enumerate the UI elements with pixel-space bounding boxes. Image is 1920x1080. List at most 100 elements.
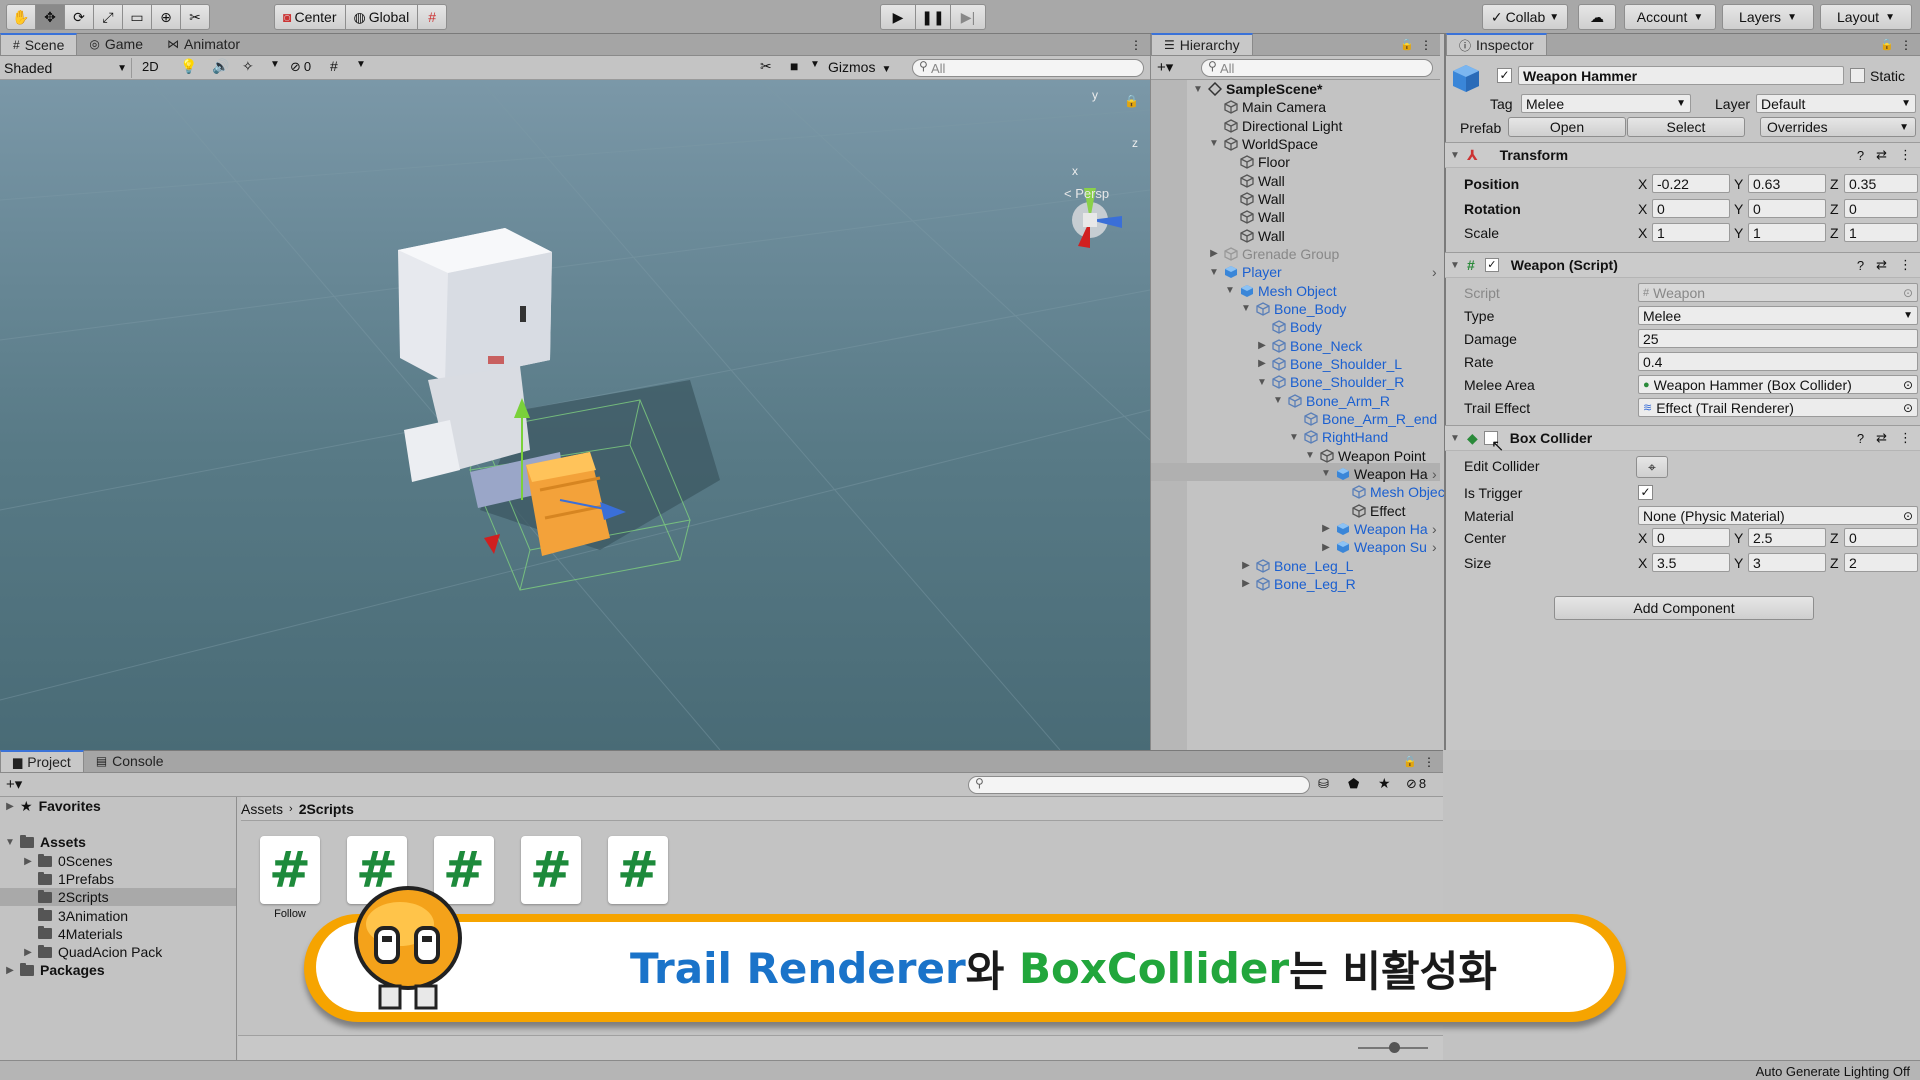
grid-dropdown-icon[interactable]: ▼ [356,59,366,70]
melee-area-field[interactable]: ● Weapon Hammer (Box Collider) ⊙ [1638,375,1918,394]
project-search-input[interactable] [968,776,1310,794]
panel-menu-icon[interactable]: ⋮ [1900,38,1912,52]
prefab-select-button[interactable]: Select [1627,117,1745,137]
is-trigger-checkbox[interactable]: ✓ [1638,485,1653,500]
hierarchy-item[interactable]: ▶ Bone_Leg_L [1240,557,1353,575]
box-collider-header[interactable]: ▼ ◆ Box Collider ? ⇄ ⋮ [1445,425,1920,451]
foldout-arrow-icon[interactable]: ▼ [1192,84,1204,95]
foldout-arrow-icon[interactable]: ▶ [1240,578,1252,589]
step-button[interactable]: ▶| [950,4,986,30]
damage-field[interactable]: 25 [1638,329,1918,348]
hierarchy-item[interactable]: Wall [1224,172,1285,190]
layer-dropdown[interactable]: Default ▼ [1756,94,1916,113]
folder-item[interactable]: 2Scripts [22,888,109,906]
preset-icon[interactable]: ⇄ [1876,257,1887,273]
hierarchy-item[interactable]: ▶ Bone_Shoulder_L [1256,355,1402,373]
scene-search-input[interactable]: All [912,59,1144,77]
edit-collider-button[interactable]: ⌖ [1636,456,1668,478]
weapon-script-header[interactable]: ▼ # ✓ Weapon (Script) ? ⇄ ⋮ [1445,252,1920,278]
packages-row[interactable]: ▶ Packages [4,961,104,979]
size-x-input[interactable]: 3.5 [1652,553,1730,572]
create-plus-icon[interactable]: +▾ [6,775,22,793]
position-x-input[interactable]: -0.22 [1652,174,1730,193]
size-z-input[interactable]: 2 [1844,553,1918,572]
trail-effect-field[interactable]: ≋ Effect (Trail Renderer) ⊙ [1638,398,1918,417]
tab-project[interactable]: ▆ Project [0,750,84,772]
foldout-arrow-icon[interactable]: ▼ [1256,377,1268,388]
filter-label-icon[interactable]: ⬟ [1348,776,1359,792]
center-z-input[interactable]: 0 [1844,528,1918,547]
tab-scene[interactable]: # Scene [0,33,78,55]
prefab-overrides-dropdown[interactable]: Overrides ▼ [1760,117,1916,137]
panel-menu-icon[interactable]: ⋮ [1130,38,1142,52]
perspective-label[interactable]: < Persp [1064,186,1109,201]
tab-inspector[interactable]: ⓘ Inspector [1446,33,1547,55]
hierarchy-item[interactable]: Wall [1224,190,1285,208]
hierarchy-item[interactable]: ▼ SampleScene* [1192,80,1322,98]
pivot-center-button[interactable]: ◙ Center [274,4,346,30]
panel-menu-icon[interactable]: ⋮ [1420,38,1432,52]
foldout-arrow-icon[interactable]: ▼ [1208,267,1220,278]
type-field[interactable]: Melee ▼ [1638,306,1918,325]
breadcrumb-current[interactable]: 2Scripts [299,801,354,817]
folder-item[interactable]: ▶ 0Scenes [22,852,112,870]
foldout-arrow-icon[interactable]: ▼ [1449,433,1461,444]
foldout-arrow-icon[interactable]: ▼ [1224,285,1236,296]
hierarchy-item[interactable]: Wall [1224,208,1285,226]
rate-field[interactable]: 0.4 [1638,352,1918,371]
foldout-arrow-icon[interactable]: ▼ [1240,303,1252,314]
folder-item[interactable]: 1Prefabs [22,870,114,888]
gizmo-lock-icon[interactable]: 🔒 [1124,94,1139,108]
hierarchy-item[interactable]: ▼ Weapon Ha › [1320,465,1437,483]
hierarchy-item[interactable]: Effect [1336,502,1406,520]
csharp-script-icon[interactable]: # [608,836,668,904]
foldout-arrow-icon[interactable]: ▶ [1320,542,1332,553]
component-menu-icon[interactable]: ⋮ [1899,257,1912,273]
object-picker-icon[interactable]: ⊙ [1903,286,1913,300]
prefab-open-button[interactable]: Open [1508,117,1626,137]
foldout-arrow-icon[interactable]: ▼ [1320,468,1332,479]
help-icon[interactable]: ? [1857,258,1864,273]
hierarchy-item[interactable]: Directional Light [1208,117,1342,135]
foldout-arrow-icon[interactable]: ▼ [1208,138,1220,149]
hidden-objects-toggle[interactable]: ⊘ 0 [290,59,311,75]
tab-console[interactable]: ▤ Console [84,750,176,772]
custom-tool-button[interactable]: ✂ [180,4,210,30]
filter-type-icon[interactable]: ⛁ [1318,776,1329,792]
collab-dropdown[interactable]: ✓ Collab ▼ [1482,4,1568,30]
hierarchy-item[interactable]: ▼ Bone_Arm_R [1272,392,1390,410]
component-menu-icon[interactable]: ⋮ [1899,430,1912,446]
favorites-row[interactable]: ▶ ★ Favorites [4,797,101,815]
favorite-star-icon[interactable]: ★ [1378,775,1391,792]
hierarchy-item[interactable]: Bone_Arm_R_end [1288,410,1437,428]
create-plus-icon[interactable]: +▾ [1157,58,1173,76]
object-name-field[interactable]: Weapon Hammer [1518,66,1844,85]
hierarchy-search-input[interactable]: All [1201,59,1433,77]
panel-menu-icon[interactable]: ⋮ [1423,755,1435,769]
layout-dropdown[interactable]: Layout ▼ [1820,4,1912,30]
lock-icon[interactable]: 🔒 [1403,755,1417,768]
open-prefab-chevron-icon[interactable]: › [1432,466,1437,482]
hierarchy-item[interactable]: Wall [1224,227,1285,245]
object-picker-icon[interactable]: ⊙ [1903,401,1913,415]
hidden-packages-toggle[interactable]: ⊘ 8 [1406,776,1426,792]
foldout-arrow-icon[interactable]: ▼ [1304,450,1316,461]
rotate-tool-button[interactable]: ⟳ [64,4,94,30]
tab-animator[interactable]: ⋈ Animator [155,33,252,55]
scale-tool-button[interactable]: ⤢ [93,4,123,30]
scene-viewport[interactable]: y z x < Persp 🔒 [0,80,1150,750]
transform-header[interactable]: ▼ ⅄ Transform ? ⇄ ⋮ [1445,142,1920,168]
hierarchy-item[interactable]: Mesh Objec [1336,483,1445,501]
hierarchy-item[interactable]: ▼ WorldSpace [1208,135,1318,153]
grid-icon[interactable]: # [330,58,338,74]
camera-dropdown-icon[interactable]: ▼ [810,59,820,70]
folder-item[interactable]: 4Materials [22,925,123,943]
foldout-arrow-icon[interactable]: ▶ [1240,560,1252,571]
foldout-arrow-icon[interactable]: ▶ [22,947,34,958]
rotation-y-input[interactable]: 0 [1748,199,1826,218]
foldout-arrow-icon[interactable]: ▶ [4,801,16,812]
hierarchy-item[interactable]: ▶ Grenade Group [1208,245,1339,263]
center-x-input[interactable]: 0 [1652,528,1730,547]
transform-tool-button[interactable]: ⊕ [151,4,181,30]
preset-icon[interactable]: ⇄ [1876,430,1887,446]
